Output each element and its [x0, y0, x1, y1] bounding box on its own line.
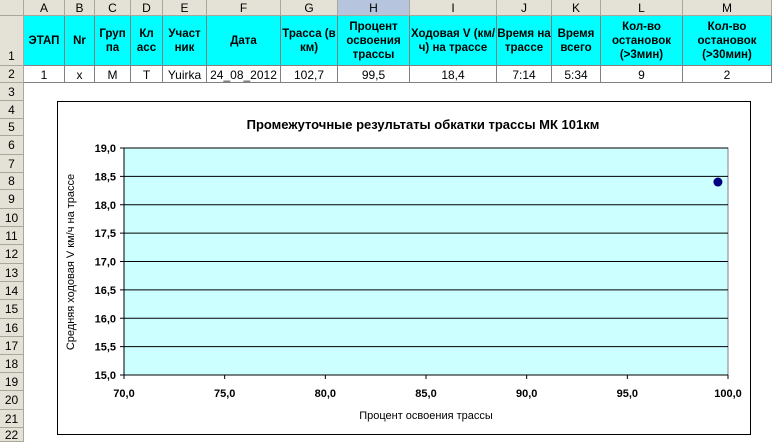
- header-cell-i[interactable]: Ходовая V (км/ч) на трассе: [410, 16, 497, 66]
- row-header-11[interactable]: 11: [0, 227, 24, 245]
- spreadsheet: ABCDEFGHIJKLM 1 2 3 4 5 6 7 8 9 10 11 12 13 14 15 16 17 1…: [0, 0, 772, 442]
- header-cell-e[interactable]: Участ ник: [163, 16, 207, 66]
- column-header-d[interactable]: D: [131, 0, 163, 16]
- y-tick-label: 17,0: [95, 257, 116, 269]
- header-cell-g[interactable]: Трасса (в км): [281, 16, 338, 66]
- row-header-17[interactable]: 17: [0, 337, 24, 355]
- data-cell-e[interactable]: Yuirka: [163, 66, 207, 83]
- x-tick-label: 70,0: [113, 388, 134, 400]
- x-tick-label: 80,0: [315, 388, 336, 400]
- y-tick-label: 19,0: [95, 143, 116, 155]
- column-header-k[interactable]: K: [552, 0, 601, 16]
- header-cell-l[interactable]: Кол-во остановок (>3мин): [601, 16, 683, 66]
- row-header-21[interactable]: 21: [0, 410, 24, 428]
- data-cell-f[interactable]: 24_08_2012: [207, 66, 281, 83]
- column-header-f[interactable]: F: [207, 0, 281, 16]
- x-tick-label: 100,0: [714, 388, 742, 400]
- row-header-16[interactable]: 16: [0, 319, 24, 337]
- y-tick-label: 16,0: [95, 313, 116, 325]
- column-header-i[interactable]: I: [410, 0, 497, 16]
- row-header-13[interactable]: 13: [0, 264, 24, 282]
- chart-y-axis-label: Средняя ходовая V км/ч на трассе: [65, 174, 77, 350]
- row-header-8[interactable]: 8: [0, 173, 24, 190]
- header-cell-d[interactable]: Кл асс: [131, 16, 163, 66]
- row-header-9[interactable]: 9: [0, 190, 24, 209]
- chart-x-axis-label: Процент освоения трассы: [359, 410, 493, 422]
- row-header-7[interactable]: 7: [0, 155, 24, 173]
- row-header-4[interactable]: 4: [0, 101, 24, 119]
- x-tick-label: 75,0: [214, 388, 235, 400]
- y-tick-label: 18,0: [95, 200, 116, 212]
- chart-title: Промежуточные результаты обкатки трассы …: [247, 117, 600, 132]
- column-header-j[interactable]: J: [497, 0, 552, 16]
- data-cell-j[interactable]: 7:14: [497, 66, 552, 83]
- x-tick-label: 90,0: [516, 388, 537, 400]
- x-tick-label: 95,0: [617, 388, 638, 400]
- row-header-12[interactable]: 12: [0, 245, 24, 264]
- data-cell-c[interactable]: M: [95, 66, 131, 83]
- y-tick-label: 15,5: [95, 342, 116, 354]
- y-tick-label: 18,5: [95, 171, 116, 183]
- data-cell-d[interactable]: T: [131, 66, 163, 83]
- row-header-5[interactable]: 5: [0, 119, 24, 136]
- data-cell-m[interactable]: 2: [683, 66, 772, 83]
- chart-area[interactable]: Промежуточные результаты обкатки трассы …: [57, 101, 751, 435]
- column-header-e[interactable]: E: [163, 0, 207, 16]
- column-header-c[interactable]: C: [95, 0, 131, 16]
- y-tick-label: 17,5: [95, 228, 116, 240]
- chart-svg: Промежуточные результаты обкатки трассы …: [65, 117, 742, 422]
- x-tick-label: 85,0: [415, 388, 436, 400]
- header-cell-a[interactable]: ЭТАП: [24, 16, 65, 66]
- row-header-22[interactable]: 22: [0, 428, 24, 442]
- row-header-10[interactable]: 10: [0, 209, 24, 227]
- row-header-3[interactable]: 3: [0, 83, 24, 101]
- column-header-h[interactable]: H: [338, 0, 410, 16]
- y-tick-label: 15,0: [95, 370, 116, 382]
- data-cell-i[interactable]: 18,4: [410, 66, 497, 83]
- row-header-6[interactable]: 6: [0, 136, 24, 155]
- row-header-14[interactable]: 14: [0, 282, 24, 300]
- header-cell-j[interactable]: Время на трассе: [497, 16, 552, 66]
- row-header-18[interactable]: 18: [0, 355, 24, 373]
- column-header-m[interactable]: M: [683, 0, 772, 16]
- data-cell-l[interactable]: 9: [601, 66, 683, 83]
- row-header-19[interactable]: 19: [0, 373, 24, 391]
- header-cell-f[interactable]: Дата: [207, 16, 281, 66]
- column-header-b[interactable]: B: [65, 0, 95, 16]
- header-cell-b[interactable]: Nr: [65, 16, 95, 66]
- data-cell-a[interactable]: 1: [24, 66, 65, 83]
- row-header-1[interactable]: 1: [0, 16, 24, 66]
- header-cell-c[interactable]: Груп па: [95, 16, 131, 66]
- column-header-l[interactable]: L: [601, 0, 683, 16]
- data-cell-h[interactable]: 99,5: [338, 66, 410, 83]
- y-tick-label: 16,5: [95, 285, 116, 297]
- column-header-g[interactable]: G: [281, 0, 338, 16]
- row-header-2[interactable]: 2: [0, 66, 24, 83]
- row-header-20[interactable]: 20: [0, 391, 24, 410]
- data-cell-g[interactable]: 102,7: [281, 66, 338, 83]
- column-header-a[interactable]: A: [24, 0, 65, 16]
- header-cell-k[interactable]: Время всего: [552, 16, 601, 66]
- header-cell-h[interactable]: Процент освоения трассы: [338, 16, 410, 66]
- header-cell-m[interactable]: Кол-во остановок (>30мин): [683, 16, 772, 66]
- data-point[interactable]: [713, 177, 723, 187]
- data-cell-k[interactable]: 5:34: [552, 66, 601, 83]
- select-all-corner[interactable]: [0, 0, 24, 16]
- row-header-15[interactable]: 15: [0, 300, 24, 319]
- data-cell-b[interactable]: x: [65, 66, 95, 83]
